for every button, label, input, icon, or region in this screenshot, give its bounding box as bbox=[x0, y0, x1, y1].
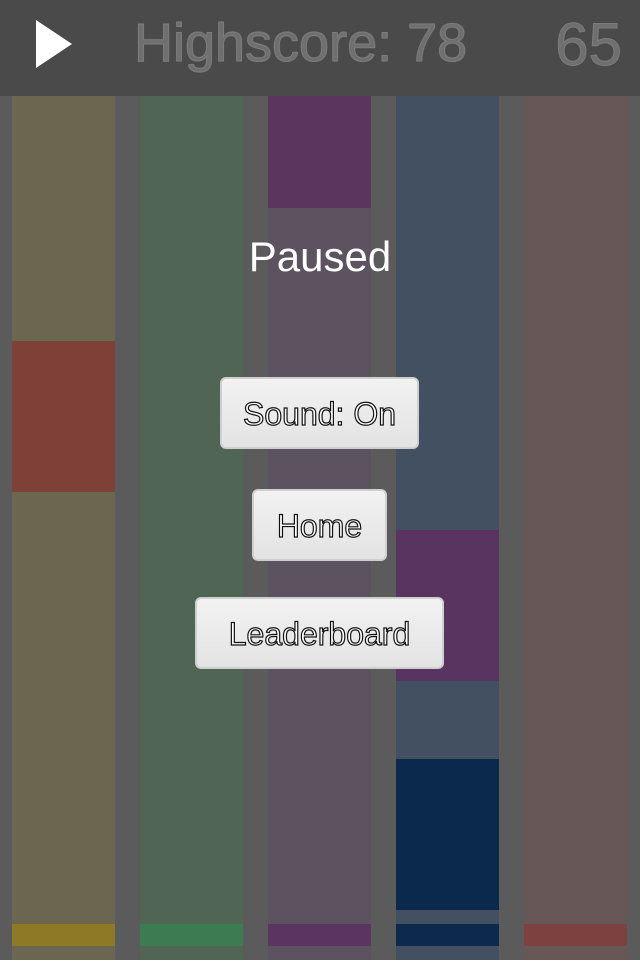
lane-base bbox=[140, 924, 243, 946]
lane-5[interactable] bbox=[524, 96, 627, 960]
current-score: 65 bbox=[555, 11, 623, 79]
lane-base bbox=[396, 924, 499, 946]
paused-title: Paused bbox=[248, 233, 392, 280]
lane-2[interactable] bbox=[140, 96, 243, 960]
sound-toggle-button[interactable]: Sound: On bbox=[220, 377, 419, 449]
falling-block bbox=[12, 341, 115, 492]
leaderboard-button[interactable]: Leaderboard bbox=[195, 597, 444, 669]
lane-base bbox=[524, 924, 627, 946]
highscore-label: Highscore: 78 bbox=[133, 13, 468, 74]
lane-1[interactable] bbox=[12, 96, 115, 960]
lane-base bbox=[12, 924, 115, 946]
falling-block bbox=[396, 759, 499, 910]
lane-4[interactable] bbox=[396, 96, 499, 960]
home-button[interactable]: Home bbox=[252, 489, 387, 561]
play-icon[interactable] bbox=[28, 14, 78, 74]
falling-block bbox=[268, 96, 371, 208]
lane-base bbox=[268, 924, 371, 946]
top-bar: Highscore: 78 65 bbox=[0, 0, 640, 96]
